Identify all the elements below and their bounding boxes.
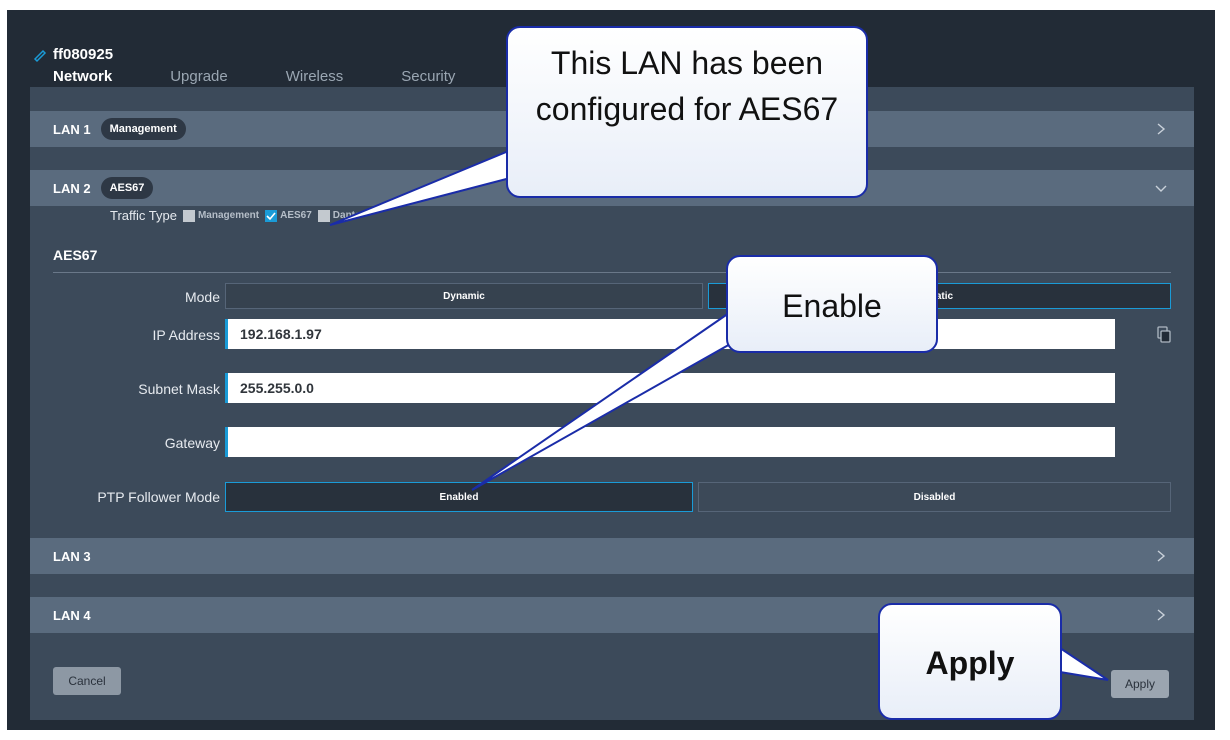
lan-label: LAN 4 [53, 607, 91, 623]
apply-callout: Apply [878, 603, 1062, 720]
checkbox-label: Management [197, 210, 260, 221]
lan-callout: This LAN has been configured for AES67 [506, 26, 868, 198]
ptp-disabled-button[interactable]: Disabled [698, 482, 1171, 512]
pencil-icon[interactable] [33, 47, 49, 63]
chevron-right-icon[interactable] [1154, 548, 1168, 564]
checkbox-dante[interactable] [317, 209, 330, 222]
subnet-mask-label: Subnet Mask [138, 381, 220, 397]
lan-label: LAN 3 [53, 548, 91, 564]
aes67-section-title: AES67 [53, 247, 98, 263]
apply-button[interactable]: Apply [1111, 670, 1169, 698]
ip-address-label: IP Address [152, 327, 220, 343]
lan-badge: Management [100, 118, 186, 140]
mode-dynamic-button[interactable]: Dynamic [225, 283, 703, 309]
ptp-enabled-button[interactable]: Enabled [225, 482, 693, 512]
device-name: ff080925 [53, 46, 114, 63]
section-divider [53, 272, 1171, 273]
traffic-type-label: Traffic Type [110, 208, 177, 223]
lan-badge: AES67 [100, 177, 154, 199]
chevron-right-icon[interactable] [1154, 121, 1168, 137]
checkbox-management[interactable] [182, 209, 195, 222]
mode-label: Mode [184, 289, 220, 305]
lan-3-row[interactable]: LAN 3 [30, 538, 1194, 574]
chevron-right-icon[interactable] [1154, 607, 1168, 623]
subnet-mask-input[interactable]: 255.255.0.0 [225, 373, 1115, 403]
checkmark-icon [266, 211, 276, 220]
checkbox-label: Dante [332, 210, 361, 221]
checkbox-label: AES67 [280, 210, 312, 221]
gateway-input[interactable] [225, 427, 1115, 457]
ptp-follower-mode-label: PTP Follower Mode [97, 489, 220, 505]
enable-callout: Enable [726, 255, 938, 353]
cancel-button[interactable]: Cancel [53, 667, 121, 695]
lan-label: LAN 2 [53, 180, 91, 196]
traffic-type-row: Traffic Type Management AES67 Dante [110, 208, 361, 223]
gateway-label: Gateway [164, 435, 220, 451]
checkbox-aes67[interactable] [265, 209, 278, 222]
lan-label: LAN 1 [53, 121, 91, 137]
copy-icon[interactable] [1156, 326, 1172, 344]
chevron-down-icon[interactable] [1154, 180, 1168, 196]
device-header: ff080925 [33, 46, 114, 63]
ip-address-input[interactable]: 192.168.1.97 [225, 319, 1115, 349]
